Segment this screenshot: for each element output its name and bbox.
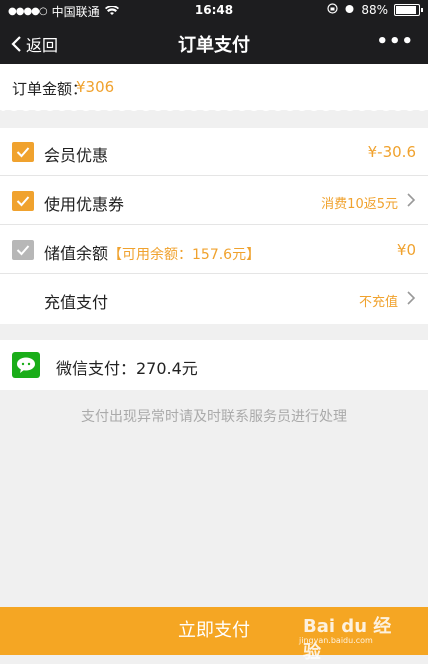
option-recharge[interactable]: 充值支付 不充值 <box>0 275 428 323</box>
alarm-icon <box>344 3 355 17</box>
wechat-pay-label: 微信支付：270.4元 <box>56 359 198 378</box>
coupon-label: 使用优惠券 <box>44 195 125 214</box>
stored-balance-checkbox[interactable] <box>12 240 34 260</box>
battery-percent: 88% <box>361 3 388 17</box>
battery-icon <box>394 4 423 16</box>
recharge-label: 充值支付 <box>44 293 109 312</box>
payment-options: 会员优惠 ¥-30.6 使用优惠券 消费10返5元 储值余额【可用余额：157.… <box>0 128 428 324</box>
baidu-watermark: Bai du 经验 jingyan.baidu.com <box>295 606 400 663</box>
check-icon <box>16 245 30 256</box>
notice-text: 支付出现异常时请及时联系服务员进行处理 <box>81 409 347 425</box>
stored-balance-label: 储值余额【可用余额：157.6元】 <box>44 240 260 264</box>
status-right: 88% <box>327 3 423 17</box>
member-discount-value: ¥-30.6 <box>367 143 416 161</box>
wechat-icon <box>12 352 40 378</box>
order-amount-value: ¥306 <box>76 78 115 96</box>
option-stored-balance[interactable]: 储值余额【可用余额：157.6元】 ¥0 <box>0 226 428 274</box>
recharge-value: 不充值 <box>358 295 398 310</box>
rotation-lock-icon <box>327 3 338 17</box>
zigzag-divider <box>0 104 428 111</box>
row-divider <box>0 175 428 176</box>
status-bar: ●●●●○ 中国联通 16:48 88% <box>0 0 428 22</box>
coupon-value: 消费10返5元 <box>321 197 398 212</box>
check-icon <box>16 147 30 158</box>
row-divider <box>0 273 428 274</box>
chevron-right-icon <box>407 291 416 305</box>
wechat-pay-row[interactable]: 微信支付：270.4元 <box>0 340 428 390</box>
coupon-checkbox[interactable] <box>12 191 34 211</box>
option-coupon[interactable]: 使用优惠券 消费10返5元 <box>0 177 428 225</box>
check-icon <box>16 196 30 207</box>
chevron-right-icon <box>407 193 416 207</box>
stored-balance-title: 储值余额 <box>44 244 109 263</box>
watermark-url: jingyan.baidu.com <box>299 636 373 645</box>
stored-balance-value: ¥0 <box>396 241 416 259</box>
option-member-discount[interactable]: 会员优惠 ¥-30.6 <box>0 128 428 176</box>
row-divider <box>0 224 428 225</box>
page-title: 订单支付 <box>178 35 250 56</box>
member-discount-label: 会员优惠 <box>44 146 109 165</box>
stored-balance-hint: 【可用余额：157.6元】 <box>108 247 261 263</box>
nav-bar: 返回 订单支付 ••• <box>0 22 428 64</box>
member-discount-checkbox[interactable] <box>12 142 34 162</box>
more-button[interactable]: ••• <box>376 31 414 52</box>
